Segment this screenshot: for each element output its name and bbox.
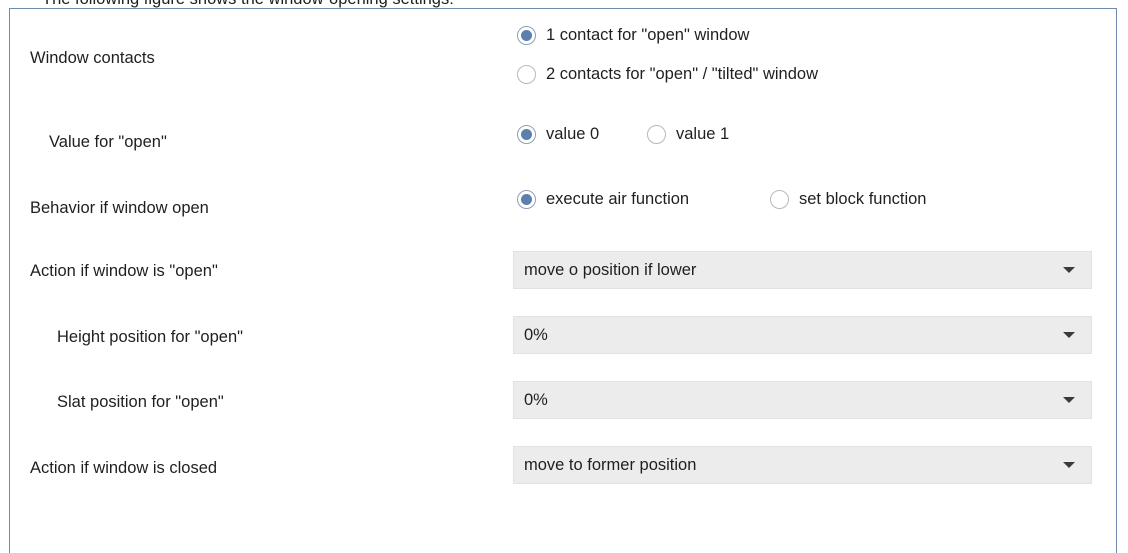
window-contacts-option-1[interactable]: 1 contact for "open" window bbox=[517, 26, 749, 45]
value-for-open-label: Value for "open" bbox=[49, 133, 167, 151]
radio-unchecked-icon bbox=[770, 190, 789, 209]
action-closed-label: Action if window is closed bbox=[30, 459, 218, 477]
chevron-down-icon bbox=[1063, 462, 1075, 468]
window-settings-panel: Window contacts 1 contact for "open" win… bbox=[9, 8, 1117, 553]
radio-checked-icon bbox=[517, 26, 536, 45]
value-for-open-option-1[interactable]: value 1 bbox=[647, 125, 729, 144]
window-contacts-option-2-label: 2 contacts for "open" / "tilted" window bbox=[546, 65, 818, 83]
height-open-value: 0% bbox=[524, 325, 548, 344]
chevron-down-icon bbox=[1063, 332, 1075, 338]
radio-checked-icon bbox=[517, 125, 536, 144]
action-open-label: Action if window is "open" bbox=[30, 262, 218, 280]
window-contacts-option-1-label: 1 contact for "open" window bbox=[546, 26, 750, 44]
height-open-label: Height position for "open" bbox=[57, 328, 243, 346]
value-for-open-option-0-label: value 0 bbox=[546, 125, 600, 143]
action-closed-select[interactable]: move to former position bbox=[513, 446, 1092, 484]
value-for-open-option-0[interactable]: value 0 bbox=[517, 125, 599, 144]
behavior-option-air-label: execute air function bbox=[546, 190, 690, 208]
chevron-down-icon bbox=[1063, 267, 1075, 273]
behavior-option-block-label: set block function bbox=[799, 190, 927, 208]
window-contacts-label: Window contacts bbox=[30, 49, 155, 67]
behavior-label: Behavior if window open bbox=[30, 199, 209, 217]
slat-open-label: Slat position for "open" bbox=[57, 393, 224, 411]
slat-open-select[interactable]: 0% bbox=[513, 381, 1092, 419]
behavior-option-air[interactable]: execute air function bbox=[517, 190, 689, 209]
action-open-value: move o position if lower bbox=[524, 260, 697, 279]
behavior-option-block[interactable]: set block function bbox=[770, 190, 927, 209]
value-for-open-option-1-label: value 1 bbox=[676, 125, 730, 143]
chevron-down-icon bbox=[1063, 397, 1075, 403]
window-contacts-option-2[interactable]: 2 contacts for "open" / "tilted" window bbox=[517, 65, 818, 84]
radio-unchecked-icon bbox=[647, 125, 666, 144]
action-closed-value: move to former position bbox=[524, 455, 697, 474]
slat-open-value: 0% bbox=[524, 390, 548, 409]
action-open-select[interactable]: move o position if lower bbox=[513, 251, 1092, 289]
radio-unchecked-icon bbox=[517, 65, 536, 84]
radio-checked-icon bbox=[517, 190, 536, 209]
height-open-select[interactable]: 0% bbox=[513, 316, 1092, 354]
